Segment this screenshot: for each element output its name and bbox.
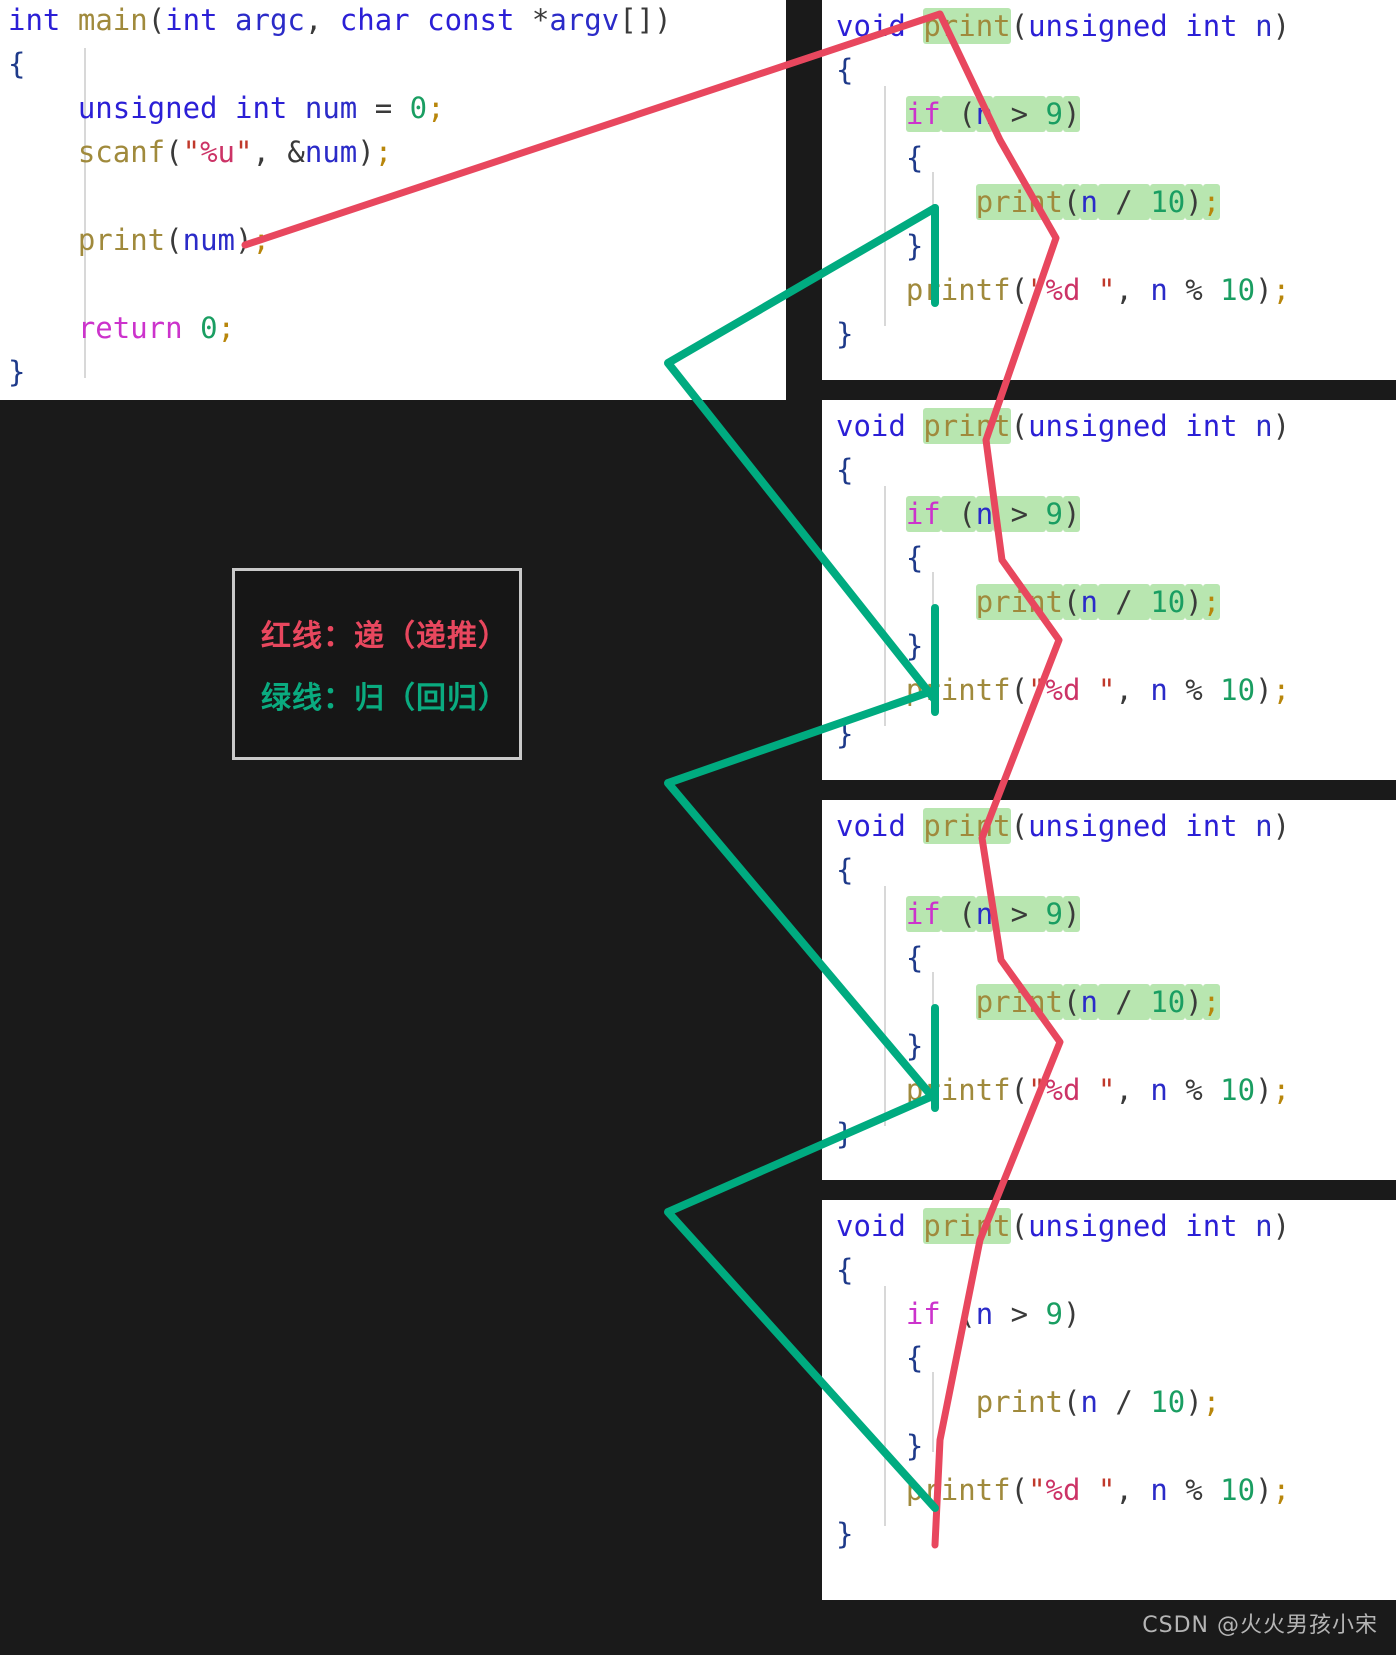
code-line-close-brace-inner: }	[905, 1429, 924, 1463]
code-line-signature: void print(unsigned int n)	[836, 808, 1291, 844]
main-function-panel: int main(int argc, char const *argv[]){ …	[0, 0, 786, 400]
code-line-open-brace: {	[836, 853, 854, 887]
code-line-if: if (n > 9)	[905, 896, 1081, 932]
main-code-text: int main(int argc, char const *argv[]){ …	[0, 0, 786, 400]
code-line-signature: int main(int argc, char const *argv[])	[8, 3, 672, 37]
code-line-open-brace-inner: {	[905, 941, 924, 975]
code-line-printf: printf("%d ", n % 10);	[905, 273, 1291, 307]
code-line-printf: printf("%d ", n % 10);	[905, 1073, 1291, 1107]
code-line-recursive-call: print(n / 10);	[975, 584, 1221, 620]
code-line-close-brace: }	[8, 355, 26, 389]
legend-red-entry: 红线：递（递推）	[261, 619, 509, 654]
print-frame-1-panel: void print(unsigned int n) { if (n > 9) {…	[822, 0, 1396, 380]
print-frame-2-code: void print(unsigned int n) { if (n > 9) {…	[822, 400, 1396, 764]
code-line-close-brace: }	[836, 317, 854, 351]
code-line-open-brace: {	[836, 453, 854, 487]
csdn-watermark: CSDN @火火男孩小宋	[1142, 1613, 1378, 1638]
print-frame-3-code: void print(unsigned int n) { if (n > 9) {…	[822, 800, 1396, 1164]
code-line-signature: void print(unsigned int n)	[836, 408, 1291, 444]
code-line-open-brace-inner: {	[905, 1341, 924, 1375]
print-frame-2-panel: void print(unsigned int n) { if (n > 9) {…	[822, 400, 1396, 780]
code-line-close-brace-inner: }	[905, 229, 924, 263]
code-line-open-brace-inner: {	[905, 141, 924, 175]
code-line-signature: void print(unsigned int n)	[836, 8, 1291, 44]
code-line-recursive-call: print(n / 10);	[975, 984, 1221, 1020]
code-line-if: if (n > 9)	[905, 496, 1081, 532]
code-line-close-brace: }	[836, 717, 854, 751]
legend-green-entry: 绿线：归（回归）	[261, 681, 509, 716]
code-line-scanf: scanf("%u", &num);	[77, 135, 393, 169]
code-line-close-brace: }	[836, 1117, 854, 1151]
diagram-canvas: int main(int argc, char const *argv[]){ …	[0, 0, 1396, 1655]
print-frame-1-code: void print(unsigned int n) { if (n > 9) {…	[822, 0, 1396, 364]
code-line-return: return 0;	[77, 311, 236, 345]
code-line-signature: void print(unsigned int n)	[836, 1208, 1291, 1244]
code-line-printf: printf("%d ", n % 10);	[905, 1473, 1291, 1507]
print-frame-4-panel: void print(unsigned int n) { if (n > 9) {…	[822, 1200, 1396, 1600]
code-line-if: if (n > 9)	[905, 96, 1081, 132]
code-line-recursive-call: print(n / 10);	[975, 184, 1221, 220]
code-line-if: if (n > 9)	[905, 1297, 1081, 1331]
code-line-open-brace: {	[8, 47, 26, 81]
code-line-printf: printf("%d ", n % 10);	[905, 673, 1291, 707]
code-line-close-brace-inner: }	[905, 1029, 924, 1063]
print-frame-3-panel: void print(unsigned int n) { if (n > 9) {…	[822, 800, 1396, 1180]
line-colour-legend: 红线：递（递推） 绿线：归（回归）	[232, 568, 522, 760]
code-line-close-brace: }	[836, 1517, 854, 1551]
print-frame-4-code: void print(unsigned int n) { if (n > 9) {…	[822, 1200, 1396, 1564]
code-line-open-brace: {	[836, 53, 854, 87]
code-line-recursive-call: print(n / 10);	[975, 1385, 1221, 1419]
code-line-open-brace-inner: {	[905, 541, 924, 575]
code-line-open-brace: {	[836, 1253, 854, 1287]
code-line-call-print: print(num);	[77, 223, 270, 257]
code-line-declare-num: unsigned int num = 0;	[77, 91, 445, 125]
code-line-close-brace-inner: }	[905, 629, 924, 663]
